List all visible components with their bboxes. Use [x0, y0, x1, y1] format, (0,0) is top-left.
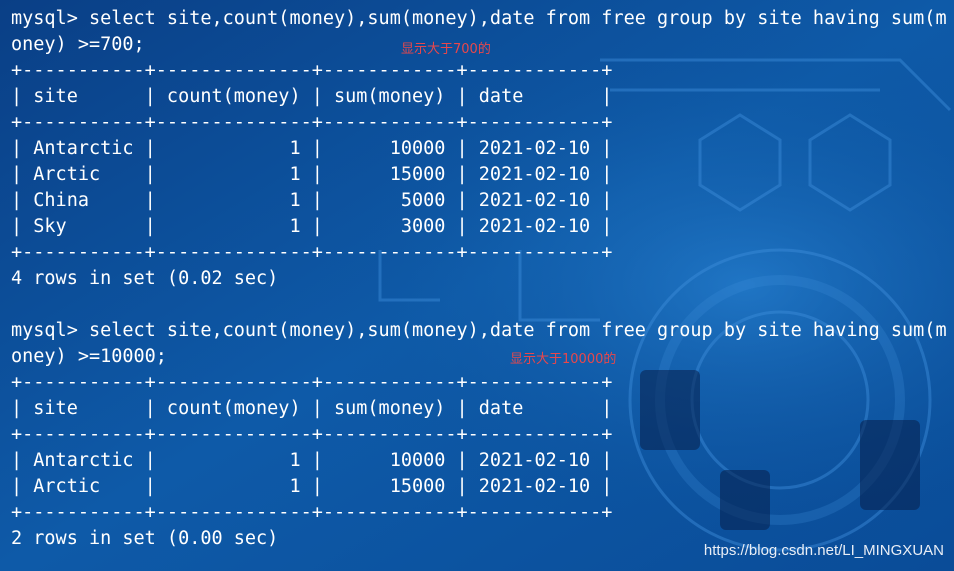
table-separator: +-----------+--------------+------------… [11, 502, 613, 523]
command-line: mysql> select site,count(money),sum(mone… [11, 320, 947, 341]
table-separator: +-----------+--------------+------------… [11, 112, 613, 133]
watermark-url: https://blog.csdn.net/LI_MINGXUAN [703, 542, 944, 559]
annotation-label: 显示大于10000的 [510, 352, 617, 367]
table-separator: +-----------+--------------+------------… [11, 372, 613, 393]
command-line: oney) >=700; [11, 34, 145, 55]
result-summary: 2 rows in set (0.00 sec) [11, 528, 279, 549]
table-separator: +-----------+--------------+------------… [11, 60, 613, 81]
annotation-label: 显示大于700的 [401, 42, 491, 57]
table-row: | Antarctic | 1 | 10000 | 2021-02-10 | [11, 138, 613, 159]
table-row: | Sky | 1 | 3000 | 2021-02-10 | [11, 216, 613, 237]
table-row: | Arctic | 1 | 15000 | 2021-02-10 | [11, 476, 613, 497]
table-row: | Arctic | 1 | 15000 | 2021-02-10 | [11, 164, 613, 185]
table-row: | China | 1 | 5000 | 2021-02-10 | [11, 190, 613, 211]
command-line: oney) >=10000; [11, 346, 167, 367]
table-header: | site | count(money) | sum(money) | dat… [11, 86, 613, 107]
table-separator: +-----------+--------------+------------… [11, 242, 613, 263]
command-line: mysql> select site,count(money),sum(mone… [11, 8, 947, 29]
terminal-window: mysql> select site,count(money),sum(mone… [0, 0, 954, 571]
table-row: | Antarctic | 1 | 10000 | 2021-02-10 | [11, 450, 613, 471]
table-separator: +-----------+--------------+------------… [11, 424, 613, 445]
table-header: | site | count(money) | sum(money) | dat… [11, 398, 613, 419]
result-summary: 4 rows in set (0.02 sec) [11, 268, 279, 289]
